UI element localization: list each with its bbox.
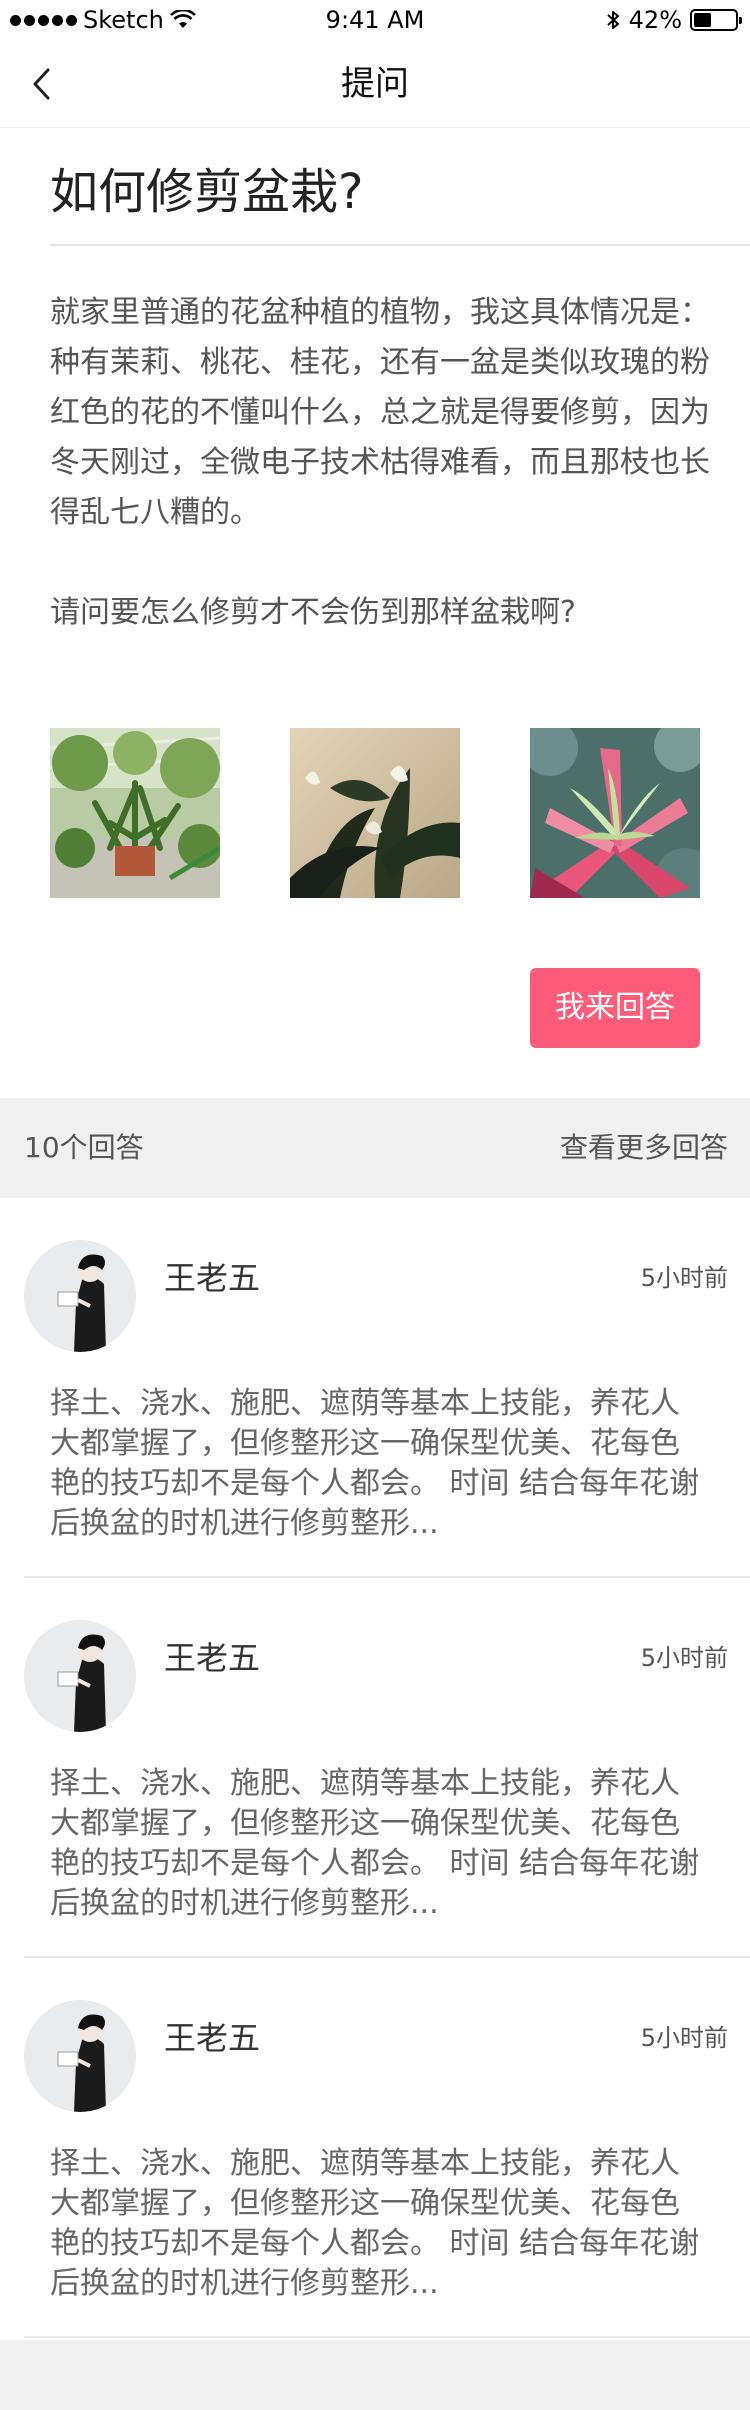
avatar[interactable] bbox=[24, 2000, 136, 2112]
photo-gallery bbox=[50, 728, 700, 898]
answer-content: 择土、浇水、施肥、遮荫等基本上技能，养花人大都掌握了，但修整形这一确保型优美、花… bbox=[50, 2146, 700, 2301]
answer-item[interactable]: 王老五 5小时前 择土、浇水、施肥、遮荫等基本上技能，养花人大都掌握了，但修整形… bbox=[0, 1198, 750, 1578]
answer-author[interactable]: 王老五 bbox=[164, 1256, 260, 1300]
answer-time: 5小时前 bbox=[640, 2024, 728, 2052]
chevron-left-icon bbox=[33, 68, 50, 100]
question-paragraph: 请问要怎么修剪才不会伤到那样盆栽啊? bbox=[50, 595, 576, 630]
bottom-bar bbox=[0, 2340, 750, 2410]
answer-time: 5小时前 bbox=[640, 1644, 728, 1672]
question-paragraph: 就家里普通的花盆种植的植物，我这具体情况是：种有茉莉、桃花、桂花，还有一盆是类似… bbox=[50, 295, 710, 530]
divider bbox=[50, 244, 750, 246]
question-body: 就家里普通的花盆种植的植物，我这具体情况是：种有茉莉、桃花、桂花，还有一盆是类似… bbox=[50, 288, 710, 638]
answer-item[interactable]: 王老五 5小时前 择土、浇水、施肥、遮荫等基本上技能，养花人大都掌握了，但修整形… bbox=[0, 1578, 750, 1958]
page-title: 提问 bbox=[341, 64, 409, 104]
answers-header: 10个回答 查看更多回答 bbox=[0, 1098, 750, 1198]
nav-bar: 提问 bbox=[0, 40, 750, 128]
divider bbox=[24, 2336, 750, 2338]
battery-level bbox=[694, 13, 711, 27]
battery-icon bbox=[690, 9, 742, 31]
status-right: 42% bbox=[605, 6, 742, 34]
view-more-answers-link[interactable]: 查看更多回答 bbox=[560, 1098, 728, 1198]
answer-author[interactable]: 王老五 bbox=[164, 1636, 260, 1680]
question-title: 如何修剪盆栽? bbox=[50, 164, 364, 220]
answer-content: 择土、浇水、施肥、遮荫等基本上技能，养花人大都掌握了，但修整形这一确保型优美、花… bbox=[50, 1386, 700, 1541]
avatar[interactable] bbox=[24, 1620, 136, 1732]
photo-succulent[interactable] bbox=[530, 728, 700, 898]
photo-greenhouse[interactable] bbox=[50, 728, 220, 898]
battery-percent: 42% bbox=[628, 6, 682, 34]
answer-author[interactable]: 王老五 bbox=[164, 2016, 260, 2060]
avatar[interactable] bbox=[24, 1240, 136, 1352]
status-bar: Sketch 9:41 AM 42% bbox=[0, 0, 750, 40]
photo-peace-lily[interactable] bbox=[290, 728, 460, 898]
answer-item[interactable]: 王老五 5小时前 择土、浇水、施肥、遮荫等基本上技能，养花人大都掌握了，但修整形… bbox=[0, 1958, 750, 2338]
back-button[interactable] bbox=[20, 62, 64, 106]
answer-content: 择土、浇水、施肥、遮荫等基本上技能，养花人大都掌握了，但修整形这一确保型优美、花… bbox=[50, 1766, 700, 1921]
answer-button[interactable]: 我来回答 bbox=[530, 968, 700, 1048]
answers-count: 10个回答 bbox=[24, 1131, 144, 1164]
answer-time: 5小时前 bbox=[640, 1264, 728, 1292]
bluetooth-icon bbox=[606, 11, 619, 29]
